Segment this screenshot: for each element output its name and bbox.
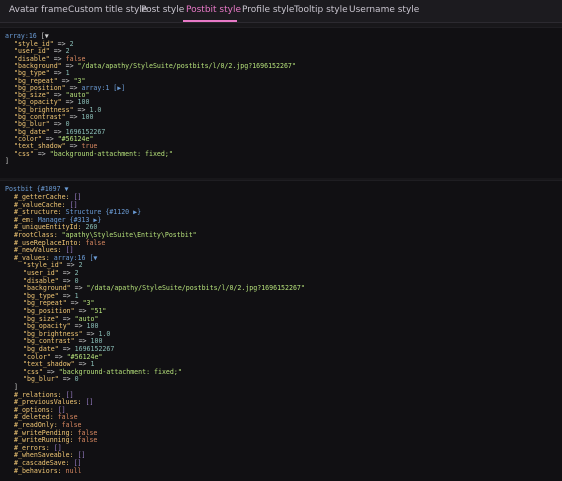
tab-profile-style[interactable]: Profile style [242,0,294,21]
dump-value: "/data/apathy/StyleSuite/postbits/l/0/2.… [77,61,296,70]
dump-bracket: ] [5,156,9,165]
dump-row: "bg_blur" => 0 [23,375,79,383]
tab-custom-title-style[interactable]: Custom title style [68,0,147,21]
dump-key: "css" [14,149,34,158]
dump-prop: #_behaviors: null [14,467,82,475]
object-header[interactable]: Postbit {#1097 ▼ [5,185,69,193]
array-header: array:16 [5,32,37,40]
dump-header: Postbit {#1097 ▼ [5,185,69,193]
dump-value: "/data/apathy/StyleSuite/postbits/l/0/2.… [86,284,305,293]
collapse-toggle[interactable]: [▼ [37,32,49,40]
dump-value: 2 [78,261,83,270]
dump-arrow: => [33,149,50,158]
dump-value: null [65,466,82,475]
tab-tooltip-style[interactable]: Tooltip style [294,0,348,21]
dump-value: 2 [69,40,74,48]
tab-bar: Avatar frame Custom title style Post sty… [0,0,562,23]
dump-key: #_behaviors: [14,466,62,475]
tab-postbit-style[interactable]: Postbit style [186,0,241,21]
dump-header: array:16 [▼ [5,32,49,40]
object-dump: Postbit {#1097 ▼ #_getterCache: [] #_value… [0,180,562,481]
tab-post-style[interactable]: Post style [141,0,184,21]
dump-row: "css" => "background-attachment: fixed;" [14,150,173,158]
dump-value: [] [85,398,94,407]
dump-arrow: => [58,375,75,384]
dump-value: "background-attachment: fixed;" [49,149,173,158]
dump-key: "bg_blur" [23,375,59,384]
dump-value: false [77,436,98,445]
tab-avatar-frame[interactable]: Avatar frame [9,0,68,21]
array-dump: array:16 [▼ "style_id" => 2 "user_id" => 2… [0,27,562,178]
dump-value: false [85,238,106,247]
dump-value: 100 [81,113,94,121]
dump-value: 0 [74,375,79,384]
dump-close: ] [5,157,9,165]
tab-username-style[interactable]: Username style [349,0,419,21]
active-tab-indicator [183,20,237,22]
